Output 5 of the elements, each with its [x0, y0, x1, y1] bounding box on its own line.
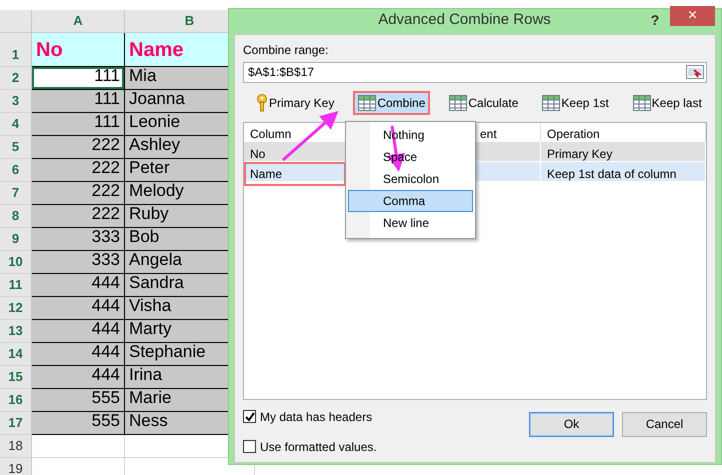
checkbox-label: My data has headers [260, 408, 372, 426]
table-cell: Name [244, 162, 346, 186]
window-title: Advanced Combine Rows [377, 10, 552, 30]
checkbox-label: Use formatted values. [260, 438, 377, 456]
table-cell: Keep 1st data of column [541, 162, 706, 186]
